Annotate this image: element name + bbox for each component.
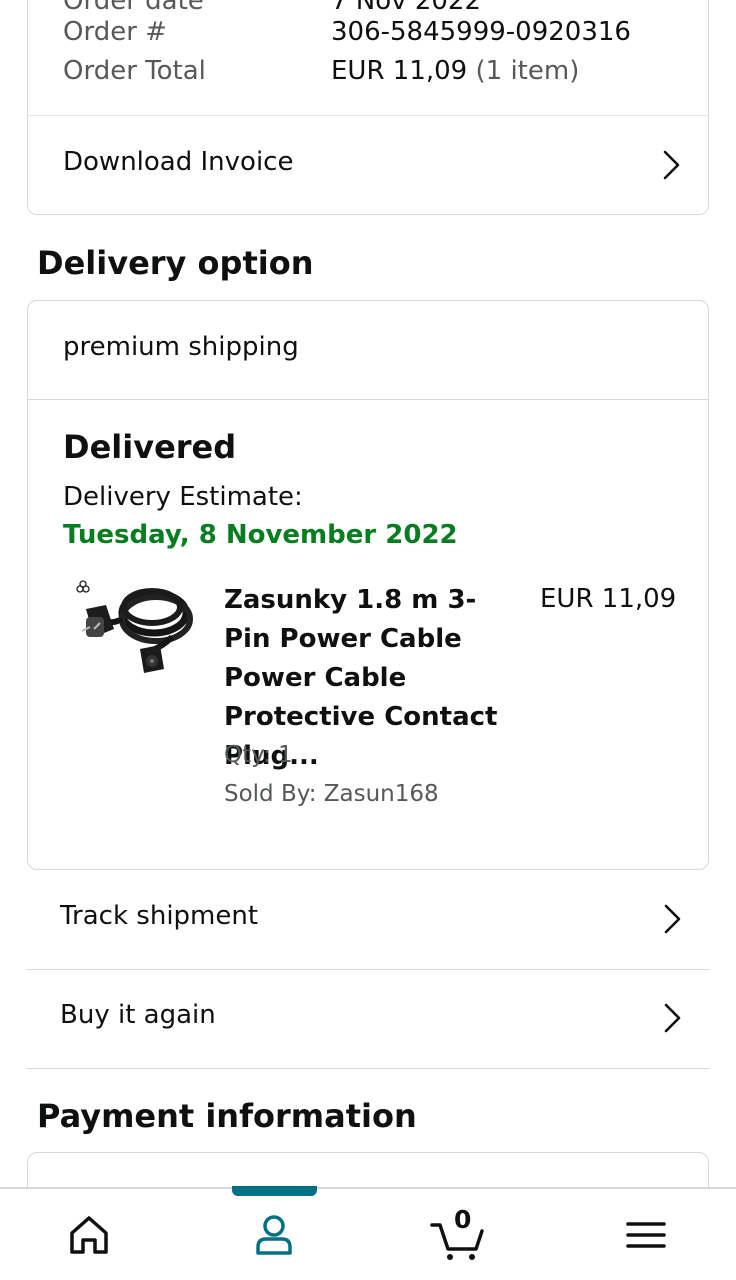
delivery-option-title: Delivery option: [37, 244, 314, 282]
order-date-label: Order date: [63, 0, 204, 16]
product-quantity: Qty: 1: [224, 742, 293, 768]
nav-cart-button[interactable]: 0: [428, 1205, 488, 1261]
buy-it-again-button[interactable]: Buy it again: [27, 970, 709, 1068]
home-icon: [63, 1209, 123, 1261]
shipping-option: premium shipping: [63, 332, 299, 362]
download-invoice-link[interactable]: Download Invoice: [28, 116, 708, 215]
bottom-navigation: 0: [0, 1186, 736, 1280]
order-date-value: 7 Nov 2022: [331, 0, 481, 16]
order-summary-card: Order date 7 Nov 2022 Order # 306-584599…: [27, 0, 709, 215]
delivery-status: Delivered: [63, 428, 237, 466]
active-tab-indicator: [232, 1186, 317, 1196]
nav-account-button[interactable]: [244, 1209, 304, 1261]
delivery-estimate-label: Delivery Estimate:: [63, 482, 303, 512]
order-total-label: Order Total: [63, 56, 206, 86]
order-total-value-group: EUR 11,09 (1 item): [331, 55, 579, 87]
order-item-count: (1 item): [475, 56, 580, 86]
delivery-estimate-date: Tuesday, 8 November 2022: [63, 520, 458, 550]
delivery-card: premium shipping Delivered Delivery Esti…: [27, 300, 709, 870]
download-invoice-label: Download Invoice: [63, 147, 294, 177]
order-number-label: Order #: [63, 17, 167, 47]
chevron-right-icon: [661, 1002, 683, 1034]
divider: [27, 1068, 709, 1069]
menu-icon: [616, 1209, 676, 1261]
track-shipment-label: Track shipment: [60, 901, 259, 931]
nav-menu-button[interactable]: [616, 1209, 676, 1261]
cart-count-badge: 0: [454, 1205, 472, 1234]
product-seller: Sold By: Zasun168: [224, 781, 439, 807]
divider: [28, 399, 708, 400]
track-shipment-button[interactable]: Track shipment: [27, 871, 709, 969]
chevron-right-icon: [661, 903, 683, 935]
nav-home-button[interactable]: [63, 1209, 123, 1261]
power-cable-image[interactable]: [72, 577, 196, 689]
buy-it-again-label: Buy it again: [60, 1000, 216, 1030]
user-icon: [244, 1209, 304, 1261]
product-price: EUR 11,09: [540, 584, 677, 614]
chevron-right-icon: [660, 149, 682, 181]
order-total-value: EUR 11,09: [331, 56, 468, 86]
order-number-value: 306-5845999-0920316: [331, 17, 631, 47]
payment-information-title: Payment information: [37, 1097, 417, 1135]
